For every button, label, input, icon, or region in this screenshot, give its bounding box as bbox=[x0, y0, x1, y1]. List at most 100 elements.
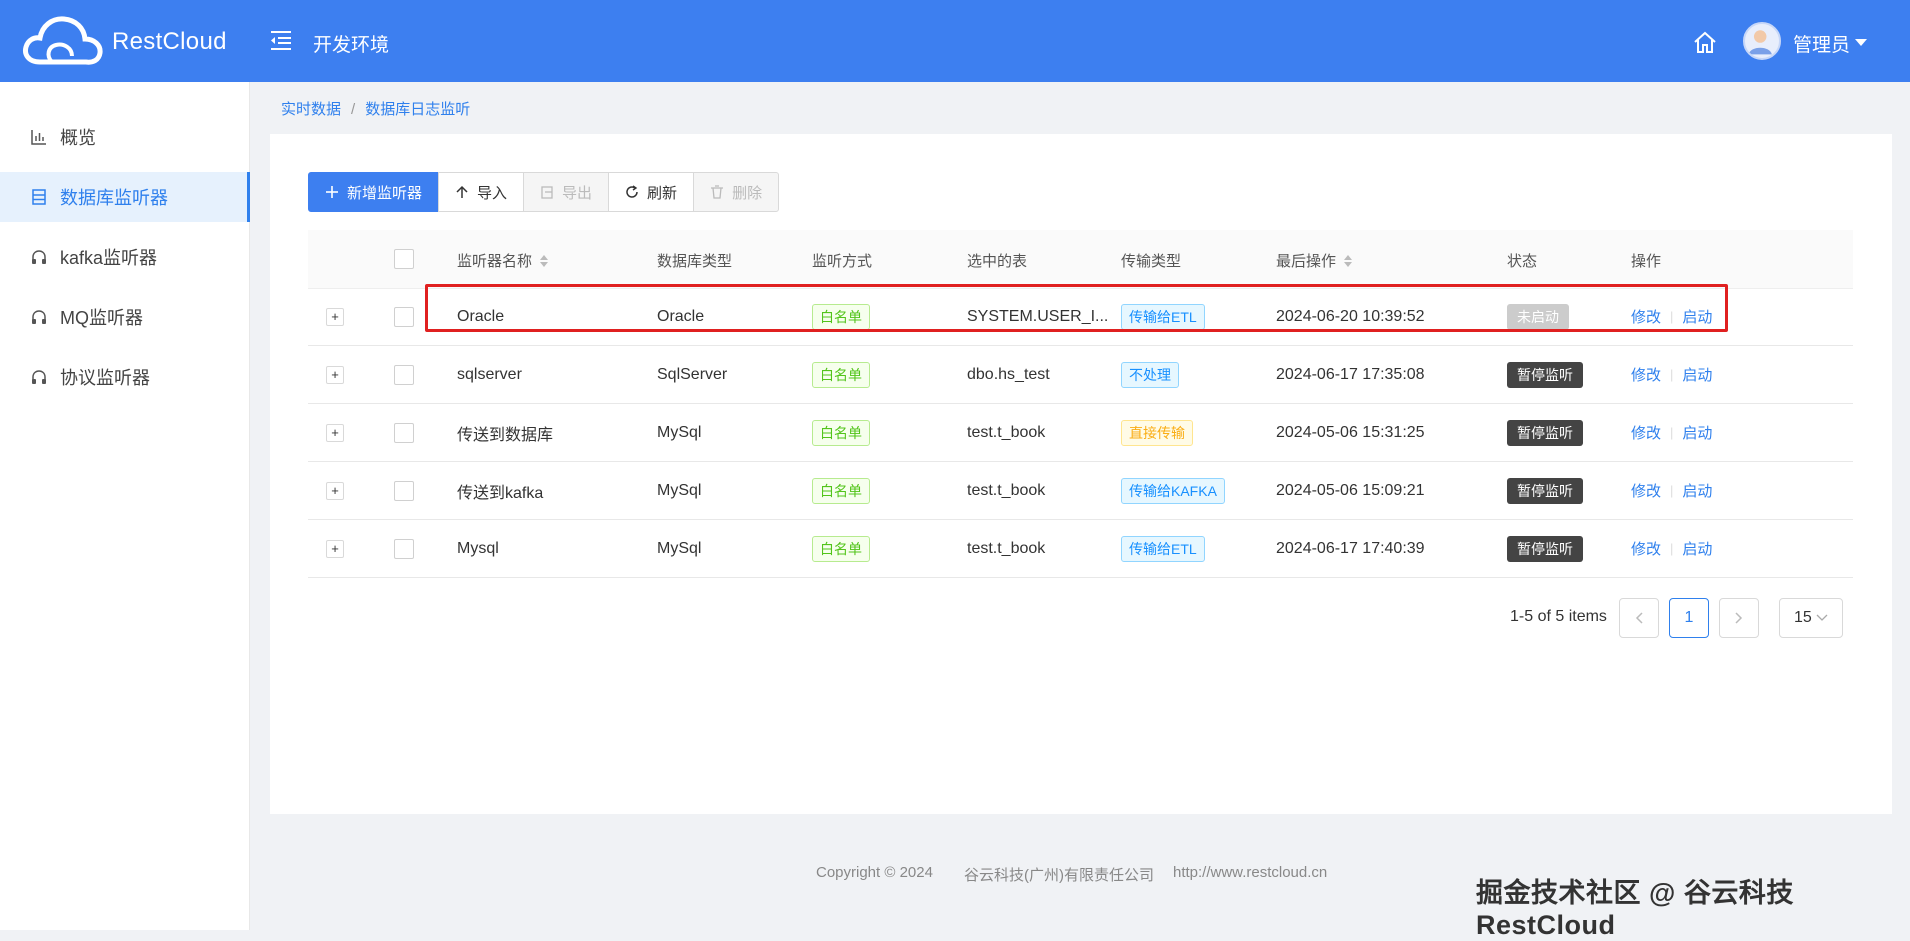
sidebar-item-label: MQ监听器 bbox=[60, 308, 143, 328]
cloud-logo-icon bbox=[23, 16, 103, 65]
sidebar-item-kafka-listener[interactable]: kafka监听器 bbox=[0, 232, 250, 282]
start-link[interactable]: 启动 bbox=[1682, 538, 1712, 559]
status-badge: 暂停监听 bbox=[1507, 419, 1583, 446]
action-separator: | bbox=[1670, 541, 1674, 556]
refresh-button[interactable]: 刷新 bbox=[608, 172, 695, 212]
row-checkbox[interactable] bbox=[394, 307, 414, 327]
chevron-right-icon bbox=[1735, 612, 1743, 624]
highlight-box bbox=[425, 284, 1728, 332]
sidebar-item-label: 概览 bbox=[60, 128, 96, 148]
footer-url[interactable]: http://www.restcloud.cn bbox=[1173, 864, 1327, 881]
start-link[interactable]: 启动 bbox=[1682, 364, 1712, 385]
mode-tag: 白名单 bbox=[812, 361, 870, 388]
column-header-mode: 监听方式 bbox=[812, 250, 872, 271]
row-checkbox[interactable] bbox=[394, 423, 414, 443]
menu-toggle-icon[interactable] bbox=[268, 27, 294, 53]
last-operation: 2024-06-17 17:35:08 bbox=[1276, 365, 1425, 383]
user-name[interactable]: 管理员 bbox=[1793, 30, 1850, 57]
pagination-info: 1-5 of 5 items bbox=[1510, 608, 1607, 625]
table-row: + 传送到数据库 MySql 白名单 test.t_book 直接传输 2024… bbox=[308, 404, 1853, 462]
caret-down-icon[interactable] bbox=[1855, 39, 1867, 46]
next-page-button[interactable] bbox=[1719, 598, 1759, 638]
last-operation: 2024-05-06 15:31:25 bbox=[1276, 423, 1425, 441]
sidebar-item-protocol-listener[interactable]: 协议监听器 bbox=[0, 352, 250, 402]
import-label: 导入 bbox=[477, 184, 508, 202]
expand-row-button[interactable]: + bbox=[326, 366, 344, 384]
headset-icon bbox=[28, 246, 50, 268]
add-listener-button[interactable]: 新增监听器 bbox=[308, 172, 440, 212]
db-type: MySql bbox=[657, 539, 702, 557]
edit-link[interactable]: 修改 bbox=[1631, 364, 1661, 385]
breadcrumb: 实时数据 / 数据库日志监听 bbox=[281, 98, 470, 119]
selected-table: test.t_book bbox=[967, 423, 1046, 441]
add-listener-label: 新增监听器 bbox=[347, 184, 423, 202]
column-header-name[interactable]: 监听器名称 bbox=[457, 250, 549, 271]
mode-tag: 白名单 bbox=[812, 419, 870, 446]
avatar[interactable] bbox=[1743, 22, 1781, 60]
sidebar-item-mq-listener[interactable]: MQ监听器 bbox=[0, 292, 250, 342]
last-operation: 2024-06-17 17:40:39 bbox=[1276, 539, 1425, 557]
delete-button[interactable]: 删除 bbox=[693, 172, 780, 212]
watermark-text: 掘金技术社区 @ 谷云科技RestCloud bbox=[1476, 878, 1794, 940]
page-size-value: 15 bbox=[1794, 609, 1812, 626]
mode-tag: 白名单 bbox=[812, 535, 870, 562]
sidebar-item-label: kafka监听器 bbox=[60, 248, 158, 268]
action-separator: | bbox=[1670, 367, 1674, 382]
sidebar-item-label: 协议监听器 bbox=[60, 368, 150, 388]
breadcrumb-item[interactable]: 数据库日志监听 bbox=[365, 101, 470, 118]
edit-link[interactable]: 修改 bbox=[1631, 480, 1661, 501]
db-type: MySql bbox=[657, 423, 702, 441]
chevron-down-icon bbox=[1816, 614, 1828, 621]
column-header-status: 状态 bbox=[1507, 250, 1537, 271]
column-title: 操作 bbox=[1631, 253, 1662, 270]
column-title: 状态 bbox=[1507, 253, 1538, 270]
sort-icon[interactable] bbox=[1344, 254, 1353, 267]
sidebar-item-overview[interactable]: 概览 bbox=[0, 112, 250, 162]
page-size-select[interactable]: 15 bbox=[1779, 598, 1843, 638]
column-header-db-type: 数据库类型 bbox=[657, 250, 732, 271]
export-icon bbox=[540, 185, 554, 199]
edit-link[interactable]: 修改 bbox=[1631, 538, 1661, 559]
prev-page-button[interactable] bbox=[1619, 598, 1659, 638]
status-badge: 暂停监听 bbox=[1507, 477, 1583, 504]
status-badge: 暂停监听 bbox=[1507, 535, 1583, 562]
database-icon bbox=[28, 186, 50, 208]
row-checkbox[interactable] bbox=[394, 539, 414, 559]
column-header-last-op[interactable]: 最后操作 bbox=[1276, 250, 1353, 271]
start-link[interactable]: 启动 bbox=[1682, 480, 1712, 501]
select-all-checkbox[interactable] bbox=[394, 249, 414, 269]
app-logo[interactable]: RestCloud bbox=[22, 14, 227, 70]
row-checkbox[interactable] bbox=[394, 481, 414, 501]
page-number-button[interactable]: 1 bbox=[1669, 598, 1709, 638]
plus-icon bbox=[325, 185, 339, 199]
column-title: 监听器名称 bbox=[457, 253, 533, 270]
home-icon[interactable] bbox=[1692, 29, 1718, 55]
column-title: 选中的表 bbox=[967, 253, 1028, 270]
environment-label[interactable]: 开发环境 bbox=[313, 30, 389, 57]
start-link[interactable]: 启动 bbox=[1682, 422, 1712, 443]
breadcrumb-item[interactable]: 实时数据 bbox=[281, 101, 341, 118]
column-title: 数据库类型 bbox=[657, 253, 733, 270]
app-name: RestCloud bbox=[112, 28, 227, 55]
headset-icon bbox=[28, 366, 50, 388]
table-row: + Mysql MySql 白名单 test.t_book 传输给ETL 202… bbox=[308, 520, 1853, 578]
export-button[interactable]: 导出 bbox=[523, 172, 610, 212]
row-checkbox[interactable] bbox=[394, 365, 414, 385]
listener-name: Mysql bbox=[457, 539, 499, 557]
expand-row-button[interactable]: + bbox=[326, 540, 344, 558]
expand-row-button[interactable]: + bbox=[326, 482, 344, 500]
db-type: SqlServer bbox=[657, 365, 728, 383]
sidebar-item-database-listener[interactable]: 数据库监听器 bbox=[0, 172, 250, 222]
status-badge: 暂停监听 bbox=[1507, 361, 1583, 388]
selected-table: test.t_book bbox=[967, 539, 1046, 557]
column-header-table: 选中的表 bbox=[967, 250, 1027, 271]
expand-row-button[interactable]: + bbox=[326, 308, 344, 326]
expand-row-button[interactable]: + bbox=[326, 424, 344, 442]
db-type: MySql bbox=[657, 481, 702, 499]
import-button[interactable]: 导入 bbox=[438, 172, 525, 212]
toolbar: 新增监听器 导入 导出 刷新 删除 bbox=[308, 172, 780, 212]
mode-tag: 白名单 bbox=[812, 477, 870, 504]
sort-icon[interactable] bbox=[540, 254, 549, 267]
edit-link[interactable]: 修改 bbox=[1631, 422, 1661, 443]
headset-icon bbox=[28, 306, 50, 328]
